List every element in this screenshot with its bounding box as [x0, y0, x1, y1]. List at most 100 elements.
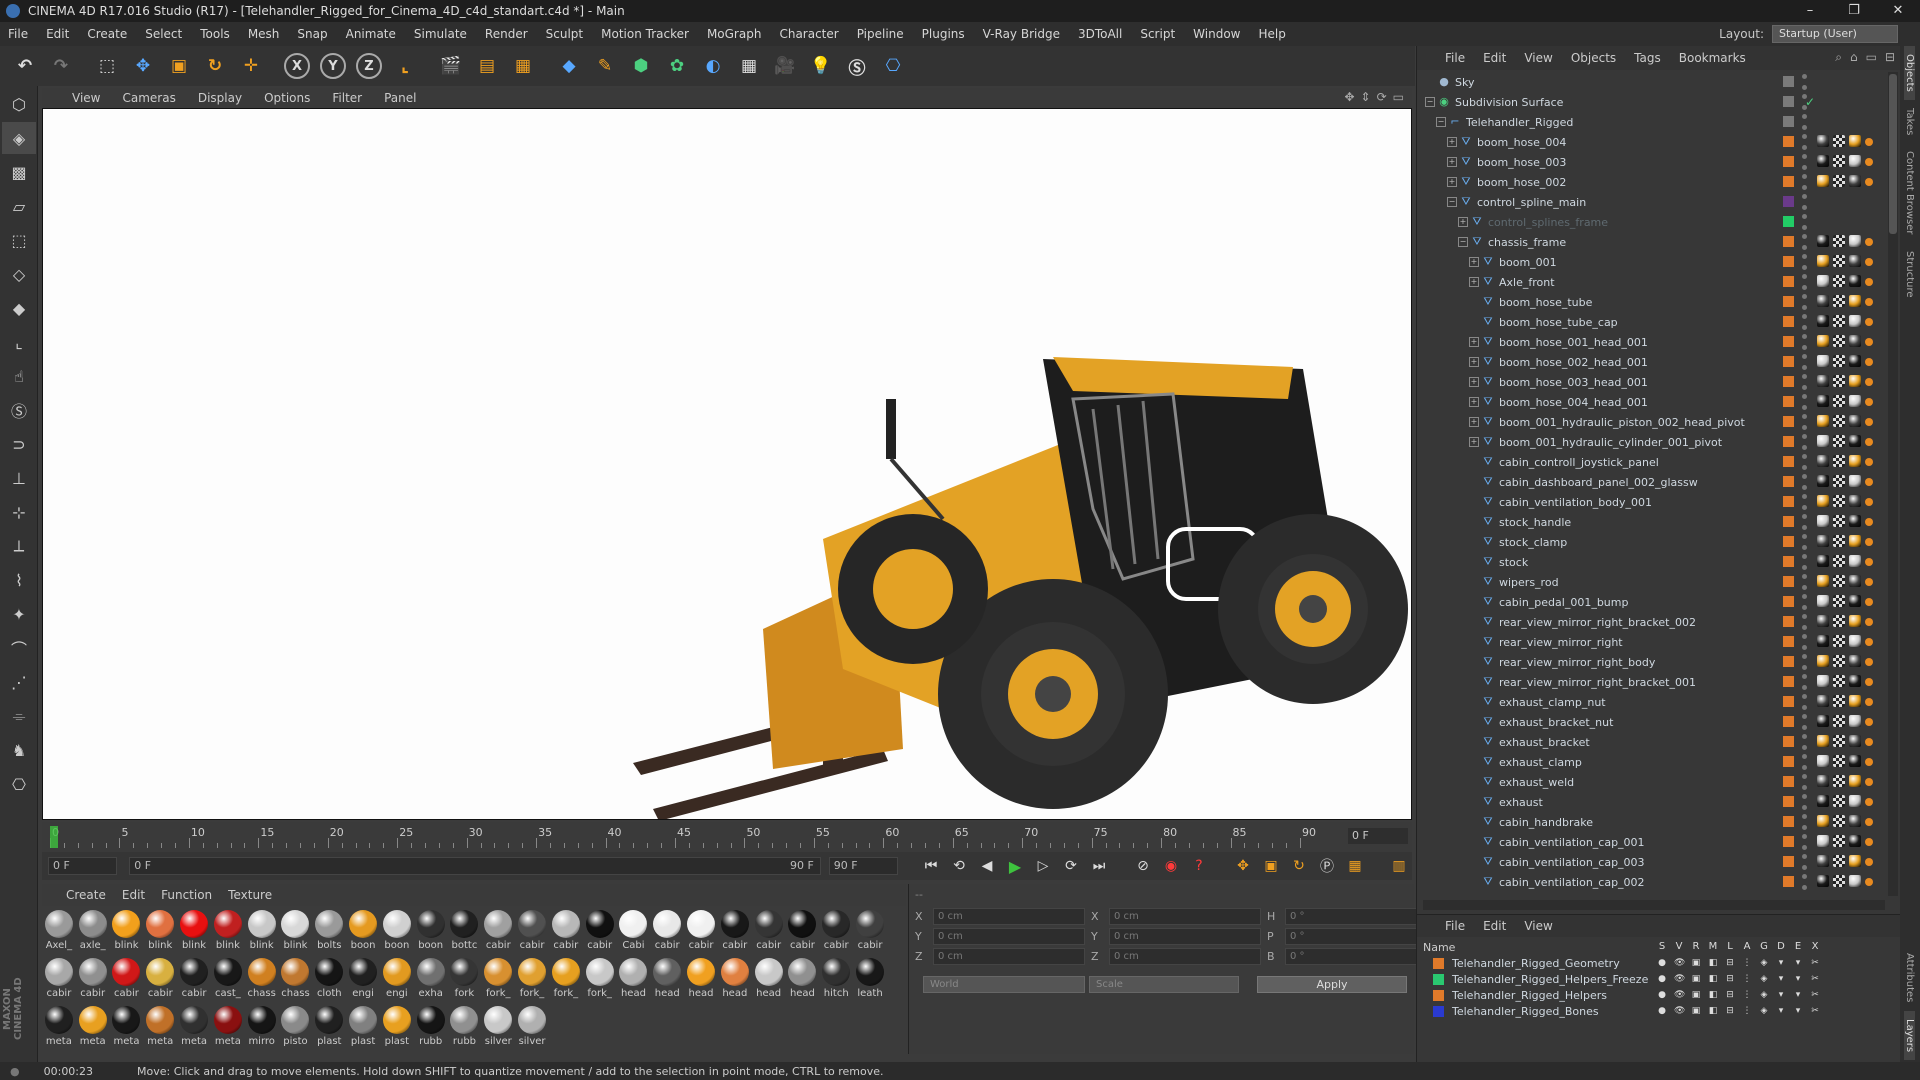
material-tag-icon[interactable]	[1817, 315, 1829, 327]
material-tag-icon[interactable]	[1817, 235, 1829, 247]
visibility-dots[interactable]	[1802, 174, 1810, 190]
material-tag-icon[interactable]	[1833, 435, 1845, 447]
magnet-icon[interactable]: ⊃	[2, 428, 36, 460]
object-menu-view[interactable]: View	[1524, 51, 1552, 65]
material-swatch[interactable]: head	[617, 956, 651, 1004]
visibility-dots[interactable]	[1802, 774, 1810, 790]
side-tab-attributes[interactable]: Attributes	[1904, 945, 1915, 1010]
material-tag-icon[interactable]	[1817, 715, 1829, 727]
render-visibility-dot[interactable]	[1802, 665, 1807, 670]
menu-snap[interactable]: Snap	[297, 27, 327, 41]
render-visibility-dot[interactable]	[1802, 145, 1807, 150]
render-visibility-dot[interactable]	[1802, 385, 1807, 390]
phong-tag-icon[interactable]	[1865, 178, 1873, 186]
layer-color-tag[interactable]	[1783, 296, 1794, 307]
phong-tag-icon[interactable]	[1865, 498, 1873, 506]
material-tag-icon[interactable]	[1817, 395, 1829, 407]
layer-color-tag[interactable]	[1783, 676, 1794, 687]
rotate-tool-icon[interactable]: ↻	[198, 49, 232, 83]
material-swatch[interactable]: head	[752, 956, 786, 1004]
visibility-dots[interactable]	[1802, 254, 1810, 270]
layer-color-tag[interactable]	[1783, 376, 1794, 387]
material-swatch[interactable]: cabir	[177, 956, 211, 1004]
object-row[interactable]: ⛛ exhaust_clamp_nut	[1417, 692, 1887, 712]
material-tag-icon[interactable]	[1817, 455, 1829, 467]
material-swatch[interactable]: blink	[279, 908, 313, 956]
phong-tag-icon[interactable]	[1865, 258, 1873, 266]
recent-tools-icon[interactable]: ✛	[234, 49, 268, 83]
menu-window[interactable]: Window	[1193, 27, 1240, 41]
object-row[interactable]: ⛛ exhaust_bracket	[1417, 732, 1887, 752]
material-tag-icon[interactable]	[1833, 855, 1845, 867]
material-swatch[interactable]: blink	[110, 908, 144, 956]
material-swatch[interactable]: head	[786, 956, 820, 1004]
render-settings-icon[interactable]: ▦	[506, 49, 540, 83]
material-tag-icon[interactable]	[1833, 475, 1845, 487]
phong-tag-icon[interactable]	[1865, 658, 1873, 666]
material-tag-icon[interactable]	[1849, 495, 1861, 507]
phong-tag-icon[interactable]	[1865, 298, 1873, 306]
object-row[interactable]: + ⛛ Axle_front	[1417, 272, 1887, 292]
layer-color-tag[interactable]	[1783, 516, 1794, 527]
size-mode-dropdown[interactable]: Scale	[1089, 976, 1239, 993]
material-tag-icon[interactable]	[1849, 475, 1861, 487]
zoom-icon[interactable]: ⇕	[1361, 90, 1371, 104]
layer-color-tag[interactable]	[1783, 216, 1794, 227]
material-swatch[interactable]: cabir	[786, 908, 820, 956]
material-tag-icon[interactable]	[1817, 675, 1829, 687]
object-row[interactable]: + ⛛ boom_hose_003_head_001	[1417, 372, 1887, 392]
material-swatch[interactable]: meta	[42, 1004, 76, 1052]
render-visibility-dot[interactable]	[1802, 365, 1807, 370]
material-tag-icon[interactable]	[1849, 135, 1861, 147]
render-visibility-dot[interactable]	[1802, 865, 1807, 870]
material-tag-icon[interactable]	[1849, 415, 1861, 427]
layer-menu-file[interactable]: File	[1445, 919, 1465, 933]
material-tag-icon[interactable]	[1833, 735, 1845, 747]
new-view-icon[interactable]: ▭	[1866, 50, 1877, 65]
layer-toggle-icon[interactable]: 👁	[1674, 990, 1685, 1000]
phong-tag-icon[interactable]	[1865, 638, 1873, 646]
material-swatch[interactable]: cabir	[650, 908, 684, 956]
material-tag-icon[interactable]	[1849, 395, 1861, 407]
side-tab-takes[interactable]: Takes	[1904, 100, 1915, 143]
material-swatch[interactable]: cabir	[515, 908, 549, 956]
object-row[interactable]: + ⛛ boom_001_hydraulic_piston_002_head_piv…	[1417, 412, 1887, 432]
material-tag-icon[interactable]	[1817, 855, 1829, 867]
material-swatch[interactable]: chass	[279, 956, 313, 1004]
material-swatch[interactable]: plast	[346, 1004, 380, 1052]
layer-color-tag[interactable]	[1783, 776, 1794, 787]
render-visibility-dot[interactable]	[1802, 245, 1807, 250]
layer-color-swatch[interactable]	[1433, 957, 1444, 969]
menu-sculpt[interactable]: Sculpt	[546, 27, 583, 41]
layer-toggle-icon[interactable]: ◈	[1759, 1006, 1769, 1016]
layer-color-tag[interactable]	[1783, 456, 1794, 467]
paint-icon[interactable]: ✦	[2, 598, 36, 630]
visibility-dots[interactable]	[1802, 514, 1810, 530]
layer-color-tag[interactable]	[1783, 436, 1794, 447]
object-row[interactable]: ⛛ cabin_pedal_001_bump	[1417, 592, 1887, 612]
visibility-dots[interactable]	[1802, 554, 1810, 570]
expand-toggle-icon[interactable]: +	[1469, 337, 1479, 347]
visibility-dots[interactable]	[1802, 434, 1810, 450]
menu-script[interactable]: Script	[1140, 27, 1175, 41]
layer-color-tag[interactable]	[1783, 416, 1794, 427]
material-tag-icon[interactable]	[1817, 375, 1829, 387]
editor-visibility-dot[interactable]	[1802, 374, 1807, 379]
scale-tool-icon[interactable]: ▣	[162, 49, 196, 83]
python-console-icon[interactable]: ⎔	[2, 768, 36, 800]
visibility-dots[interactable]	[1802, 394, 1810, 410]
object-row[interactable]: ⛛ stock_clamp	[1417, 532, 1887, 552]
object-row[interactable]: ⛛ stock	[1417, 552, 1887, 572]
material-swatch[interactable]: plast	[312, 1004, 346, 1052]
render-visibility-dot[interactable]	[1802, 445, 1807, 450]
render-visibility-dot[interactable]	[1802, 885, 1807, 890]
layer-row[interactable]: Telehandler_Rigged_Helpers_Freeze ● 👁 ▣ ◧ ⊟ ⋮ ◈…	[1417, 971, 1901, 987]
material-tag-icon[interactable]	[1849, 835, 1861, 847]
render-visibility-dot[interactable]	[1802, 705, 1807, 710]
layer-color-tag[interactable]	[1783, 656, 1794, 667]
maximize-button[interactable]: ❐	[1832, 0, 1876, 22]
object-row[interactable]: + ⛛ boom_hose_004_head_001	[1417, 392, 1887, 412]
layer-toggle-icon[interactable]: 👁	[1674, 958, 1685, 968]
layer-color-tag[interactable]	[1783, 556, 1794, 567]
layer-toggle-icon[interactable]: 👁	[1674, 1006, 1685, 1016]
